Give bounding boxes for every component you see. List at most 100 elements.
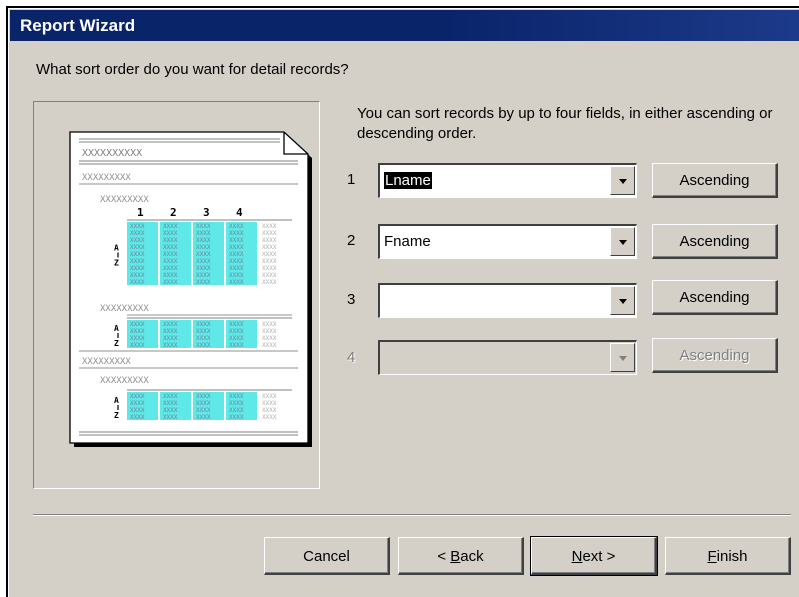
back-button[interactable]: < Back [398, 537, 524, 575]
detail-block-1-cell-text: XXXX [262, 237, 277, 244]
detail-block-2-cell-text: XXXX [196, 328, 211, 335]
detail-block-1-cell-text: XXXX [196, 265, 211, 272]
sort-field-4-dropdown-button [610, 343, 635, 372]
sort-glyph-z: Z [114, 259, 119, 268]
sort-row-4-number: 4 [347, 349, 356, 366]
detail-block-1-cell-text: XXXX [163, 223, 178, 230]
detail-block-2-cell-text: XXXX [163, 321, 178, 328]
detail-block-1-cell-text: XXXX [163, 265, 178, 272]
detail-block-2-cell-text: XXXX [229, 328, 244, 335]
detail-block-1-cell-text: XXXX [163, 272, 178, 279]
detail-block-2-cell-text: XXXX [262, 328, 277, 335]
detail-block-1-cell-text: XXXX [262, 258, 277, 265]
detail-block-2-cell-text: XXXX [196, 342, 211, 349]
finish-button[interactable]: Finish [665, 537, 791, 575]
detail-block-1-cell-text: XXXX [229, 237, 244, 244]
subgroup-header-placeholder-2: XXXXXXXXX [100, 304, 149, 314]
detail-block-3-cell-text: XXXX [163, 407, 178, 414]
detail-block-2-cell-text: XXXX [163, 335, 178, 342]
detail-block-3-cell-text: XXXX [262, 393, 277, 400]
sort-field-2-value[interactable]: Fname [384, 233, 431, 250]
detail-block-3-cell-text: XXXX [196, 400, 211, 407]
info-text: You can sort records by up to four field… [357, 105, 773, 142]
column-number-1: 1 [137, 206, 144, 219]
subgroup-header-placeholder-3: XXXXXXXXX [100, 376, 149, 386]
sort-field-1-value[interactable]: Lname [384, 172, 432, 189]
detail-block-1-cell-text: XXXX [196, 230, 211, 237]
sort-field-1-dropdown-button[interactable] [610, 166, 635, 195]
detail-block-1-cell-text: XXXX [163, 251, 178, 258]
detail-block-3-cell-text: XXXX [262, 407, 277, 414]
detail-block-1-cell-text: XXXX [163, 258, 178, 265]
question-text: What sort order do you want for detail r… [36, 61, 349, 78]
detail-block-1-cell-text: XXXX [196, 279, 211, 286]
detail-block-2-cell-text: XXXX [196, 321, 211, 328]
detail-block-1-cell-text: XXXX [130, 279, 145, 286]
subgroup-header-placeholder: XXXXXXXXX [100, 195, 149, 205]
detail-block-1-cell-text: XXXX [163, 230, 178, 237]
sort-glyph-a: A [114, 324, 119, 333]
window-title: Report Wizard [20, 16, 136, 35]
sort-order-3-label: Ascending [679, 289, 750, 306]
sort-order-2-label: Ascending [679, 233, 750, 250]
sort-row-3-number: 3 [347, 291, 356, 308]
detail-block-1-cell-text: XXXX [163, 244, 178, 251]
sort-row-2-number: 2 [347, 232, 356, 249]
sort-field-3-combo[interactable] [378, 283, 637, 318]
chevron-down-icon [619, 179, 627, 184]
detail-block-3-cell-text: XXXX [130, 400, 145, 407]
detail-block-1-cell-text: XXXX [262, 265, 277, 272]
detail-block-3-cell-text: XXXX [196, 393, 211, 400]
detail-block-3-cell-text: XXXX [229, 414, 244, 421]
sort-row-1-number: 1 [347, 171, 356, 188]
title-bar[interactable]: Report Wizard [10, 10, 799, 41]
sort-field-2-combo[interactable]: Fname [378, 224, 637, 259]
column-number-2: 2 [170, 206, 177, 219]
detail-block-2-cell-text: XXXX [163, 342, 178, 349]
sort-glyph-z: Z [114, 411, 119, 420]
detail-block-1-cell-text: XXXX [130, 237, 145, 244]
detail-block-1-cell-text: XXXX [196, 237, 211, 244]
detail-block-1-cell-text: XXXX [229, 251, 244, 258]
detail-block-1-cell-text: XXXX [229, 230, 244, 237]
detail-block-2-cell-text: XXXX [130, 328, 145, 335]
detail-block-2-cell-text: XXXX [163, 328, 178, 335]
sort-field-2-dropdown-button[interactable] [610, 227, 635, 256]
sort-order-1-button[interactable]: Ascending [652, 163, 778, 198]
column-number-3: 3 [203, 206, 210, 219]
chevron-down-icon [619, 299, 627, 304]
next-button[interactable]: Next > [530, 536, 658, 576]
report-title-placeholder: XXXXXXXXXX [82, 148, 142, 159]
sort-order-3-button[interactable]: Ascending [652, 280, 778, 315]
detail-block-1-cell-text: XXXX [229, 272, 244, 279]
detail-block-3-cell-text: XXXX [196, 407, 211, 414]
cancel-button[interactable]: Cancel [264, 537, 390, 575]
sort-order-1-label: Ascending [679, 172, 750, 189]
detail-block-1-cell-text: XXXX [262, 230, 277, 237]
sort-field-3-dropdown-button[interactable] [610, 286, 635, 315]
detail-block-3-cell-text: XXXX [163, 414, 178, 421]
detail-block-1-cell-text: XXXX [262, 279, 277, 286]
detail-block-2-cell-text: XXXX [229, 321, 244, 328]
chevron-down-icon [619, 356, 627, 361]
sort-glyph-a: A [114, 244, 119, 253]
sort-order-2-button[interactable]: Ascending [652, 224, 778, 259]
detail-block-3-cell-text: XXXX [163, 400, 178, 407]
detail-block-2-cell-text: XXXX [130, 335, 145, 342]
detail-block-1-cell-text: XXXX [262, 244, 277, 251]
detail-block-2-cell-text: XXXX [262, 321, 277, 328]
detail-block-2-cell-text: XXXX [262, 335, 277, 342]
detail-block-3-cell-text: XXXX [262, 400, 277, 407]
column-number-4: 4 [236, 206, 243, 219]
back-button-label: < Back [437, 548, 484, 565]
sort-field-1-combo[interactable]: Lname [378, 163, 637, 198]
detail-block-3-cell-text: XXXX [229, 400, 244, 407]
detail-block-1-cell-text: XXXX [229, 223, 244, 230]
detail-block-1-cell-text: XXXX [229, 258, 244, 265]
detail-block-3-cell-text: XXXX [262, 414, 277, 421]
detail-block-3-cell-text: XXXX [229, 407, 244, 414]
detail-block-1-cell-text: XXXX [130, 265, 145, 272]
detail-block-1-cell-text: XXXX [262, 272, 277, 279]
detail-block-1-cell-text: XXXX [130, 258, 145, 265]
chevron-down-icon [619, 240, 627, 245]
